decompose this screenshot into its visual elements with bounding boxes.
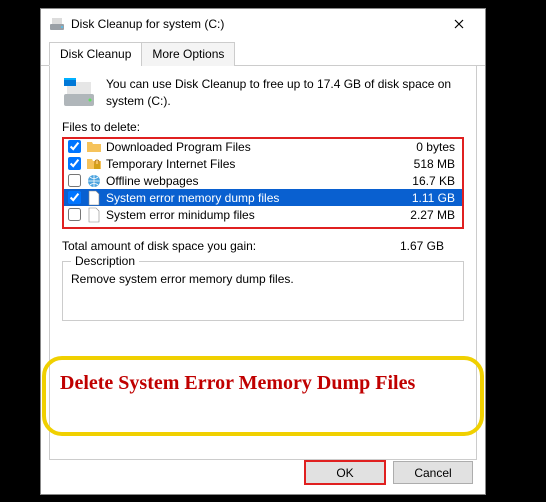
cancel-button[interactable]: Cancel — [393, 461, 473, 484]
globe-icon — [86, 173, 102, 189]
file-row-selected[interactable]: System error memory dump files 1.11 GB — [63, 189, 463, 206]
file-row[interactable]: Temporary Internet Files 518 MB — [63, 155, 463, 172]
file-list[interactable]: Downloaded Program Files 0 bytes Tempora… — [62, 137, 464, 229]
drive-icon — [62, 76, 96, 110]
disk-cleanup-icon — [49, 16, 65, 32]
ok-button[interactable]: OK — [305, 461, 385, 484]
disk-cleanup-window: Disk Cleanup for system (C:) Disk Cleanu… — [40, 8, 486, 495]
description-legend: Description — [71, 254, 139, 268]
file-checkbox[interactable] — [68, 191, 81, 204]
file-row[interactable]: System error minidump files 2.27 MB — [63, 206, 463, 223]
file-size: 1.11 GB — [412, 191, 459, 205]
file-name: System error minidump files — [106, 208, 410, 222]
annotation-callout: Delete System Error Memory Dump Files — [42, 356, 484, 436]
dialog-button-row: OK Cancel — [305, 461, 473, 484]
file-name: System error memory dump files — [106, 191, 412, 205]
window-title: Disk Cleanup for system (C:) — [71, 17, 437, 31]
info-row: You can use Disk Cleanup to free up to 1… — [62, 76, 464, 110]
description-group: Description Remove system error memory d… — [62, 261, 464, 321]
file-checkbox[interactable] — [68, 208, 81, 221]
file-icon — [86, 190, 102, 206]
titlebar: Disk Cleanup for system (C:) — [41, 9, 485, 39]
file-row[interactable]: Offline webpages 16.7 KB — [63, 172, 463, 189]
file-name: Temporary Internet Files — [106, 157, 414, 171]
total-row: Total amount of disk space you gain: 1.6… — [62, 239, 464, 253]
file-size: 16.7 KB — [412, 174, 459, 188]
total-label: Total amount of disk space you gain: — [62, 239, 400, 253]
description-text: Remove system error memory dump files. — [71, 272, 455, 286]
file-size: 0 bytes — [416, 140, 459, 154]
file-checkbox[interactable] — [68, 157, 81, 170]
file-row[interactable]: Downloaded Program Files 0 bytes — [63, 138, 463, 155]
total-value: 1.67 GB — [400, 239, 464, 253]
file-size: 518 MB — [414, 157, 459, 171]
tab-strip: Disk Cleanup More Options — [41, 41, 485, 66]
file-name: Offline webpages — [106, 174, 412, 188]
close-button[interactable] — [437, 10, 481, 38]
tab-panel-disk-cleanup: You can use Disk Cleanup to free up to 1… — [49, 66, 477, 460]
file-size: 2.27 MB — [410, 208, 459, 222]
file-checkbox[interactable] — [68, 140, 81, 153]
folder-icon — [86, 139, 102, 155]
files-to-delete-label: Files to delete: — [62, 120, 464, 134]
tab-more-options[interactable]: More Options — [141, 42, 235, 66]
file-name: Downloaded Program Files — [106, 140, 416, 154]
lock-folder-icon — [86, 156, 102, 172]
file-icon — [86, 207, 102, 223]
file-checkbox[interactable] — [68, 174, 81, 187]
tab-disk-cleanup[interactable]: Disk Cleanup — [49, 42, 142, 66]
info-text: You can use Disk Cleanup to free up to 1… — [106, 76, 464, 110]
